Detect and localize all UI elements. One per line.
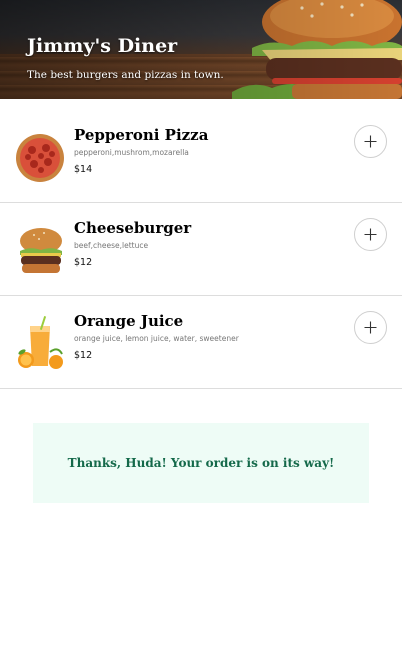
add-orange-juice-button[interactable] (354, 311, 387, 344)
item-price: $14 (74, 164, 93, 175)
order-confirmation-banner: Thanks, Huda! Your order is on its way! (33, 423, 369, 503)
burger-icon (20, 228, 62, 273)
menu-item-pepperoni-pizza: Pepperoni Pizza pepperoni,mushrom,mozare… (0, 110, 402, 203)
restaurant-title: Jimmy's Diner (27, 35, 178, 57)
item-price: $12 (74, 257, 93, 268)
plus-icon (364, 228, 377, 241)
menu-list: Pepperoni Pizza pepperoni,mushrom,mozare… (0, 110, 402, 389)
item-price: $12 (74, 350, 93, 361)
item-description: pepperoni,mushrom,mozarella (74, 148, 189, 157)
order-confirmation-message: Thanks, Huda! Your order is on its way! (67, 456, 335, 470)
add-cheeseburger-button[interactable] (354, 218, 387, 251)
menu-item-orange-juice: Orange Juice orange juice, lemon juice, … (0, 296, 402, 389)
add-pepperoni-pizza-button[interactable] (354, 125, 387, 158)
item-name: Cheeseburger (74, 219, 192, 237)
item-name: Pepperoni Pizza (74, 126, 209, 144)
menu-item-cheeseburger: Cheeseburger beef,cheese,lettuce $12 (0, 203, 402, 296)
plus-icon (364, 135, 377, 148)
hero-banner: Jimmy's Diner The best burgers and pizza… (0, 0, 402, 99)
pizza-icon (16, 134, 64, 182)
restaurant-tagline: The best burgers and pizzas in town. (27, 69, 224, 81)
juice-icon (18, 316, 63, 369)
item-name: Orange Juice (74, 312, 184, 330)
plus-icon (364, 321, 377, 334)
item-description: orange juice, lemon juice, water, sweete… (74, 334, 239, 343)
item-description: beef,cheese,lettuce (74, 241, 149, 250)
